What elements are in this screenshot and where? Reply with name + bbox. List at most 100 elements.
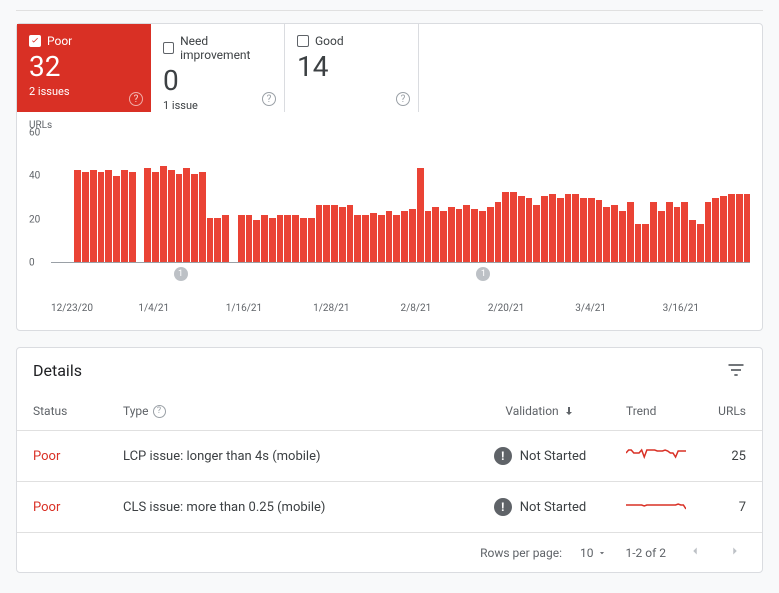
chart-bar [666, 202, 673, 263]
chart-bar [362, 215, 369, 263]
status-card-value: 14 [297, 52, 406, 83]
cell-type: LCP issue: longer than 4s (mobile) [107, 431, 470, 482]
rows-per-page-label: Rows per page: [480, 546, 562, 560]
chart-bar [549, 194, 556, 263]
chart-annotation[interactable]: 1 [476, 267, 490, 281]
chart-annotation[interactable]: 1 [174, 267, 188, 281]
chart-bar [580, 198, 587, 263]
status-card-good[interactable]: Good 14 ? [285, 24, 419, 112]
chart-bar [705, 202, 712, 263]
chart-bar [183, 168, 190, 263]
rows-per-page-select[interactable]: 10 [580, 546, 608, 560]
chart-bar [261, 215, 268, 263]
chart-bar [611, 205, 618, 264]
chart-bar [168, 170, 175, 263]
chart-bar [214, 218, 221, 264]
x-tick: 3/4/21 [575, 303, 662, 314]
table-row[interactable]: PoorLCP issue: longer than 4s (mobile)!N… [17, 431, 762, 482]
chart-bar [456, 209, 463, 263]
cell-validation: !Not Started [470, 431, 610, 482]
help-icon[interactable]: ? [396, 92, 410, 106]
issues-table: Status Type? Validation Trend URLs PoorL… [17, 392, 762, 533]
col-validation[interactable]: Validation [470, 392, 610, 431]
cell-status: Poor [17, 482, 107, 533]
y-tick: 40 [29, 171, 40, 182]
status-card-poor[interactable]: Poor 32 2 issues? [17, 24, 151, 112]
details-title: Details [33, 361, 82, 380]
x-tick: 2/8/21 [401, 303, 488, 314]
checkbox-icon [297, 35, 309, 47]
chart-bar [378, 215, 385, 263]
chart-bar [619, 211, 626, 263]
chart-bar [712, 198, 719, 263]
details-panel: Details Status Type? Validation Trend UR… [16, 347, 763, 573]
chart-bar [518, 196, 525, 263]
prev-page-button[interactable] [684, 543, 706, 562]
chart-bar [347, 205, 354, 264]
status-card-value: 0 [163, 66, 272, 97]
chevron-down-icon [597, 548, 607, 558]
chart-bar [479, 211, 486, 263]
chart-bar [393, 215, 400, 263]
chart-bar [160, 166, 167, 264]
chart-bar [269, 218, 276, 264]
chart-bar [323, 205, 330, 264]
table-row[interactable]: PoorCLS issue: more than 0.25 (mobile)!N… [17, 482, 762, 533]
chart-bar [689, 220, 696, 263]
checkbox-icon [163, 42, 174, 54]
chart-bar [98, 172, 105, 263]
chart-bar [635, 224, 642, 263]
chart-bar [417, 168, 424, 263]
x-tick: 1/4/21 [138, 303, 225, 314]
chart-bar [401, 211, 408, 263]
chart-bar [681, 202, 688, 263]
status-card-label: Poor [47, 34, 72, 48]
status-card-sub: 2 issues [29, 85, 139, 98]
chart-bar [82, 172, 89, 263]
chart-bar [697, 224, 704, 263]
chart-bar [572, 194, 579, 263]
help-icon[interactable]: ? [153, 405, 166, 418]
chart-bar [152, 172, 159, 263]
chart-bar [565, 194, 572, 263]
x-tick: 1/28/21 [313, 303, 400, 314]
checkbox-icon [29, 35, 41, 47]
chart-bar [744, 194, 751, 263]
chart-bar [277, 215, 284, 263]
status-card-label: Good [315, 34, 344, 48]
col-status[interactable]: Status [17, 392, 107, 431]
status-card-sub: 1 issue [163, 99, 272, 112]
chart-bar [658, 211, 665, 263]
chart-bar [471, 209, 478, 263]
chart-bar [448, 207, 455, 263]
chart-bar [674, 207, 681, 263]
chart-bar [502, 192, 509, 264]
chart-bar [736, 194, 743, 263]
chart-bar [720, 196, 727, 263]
help-icon[interactable]: ? [129, 92, 143, 106]
filter-icon[interactable] [726, 360, 746, 380]
help-icon[interactable]: ? [262, 92, 276, 106]
cell-urls: 7 [702, 482, 762, 533]
col-urls[interactable]: URLs [702, 392, 762, 431]
urls-chart: URLs 0204060 11 12/23/201/4/211/16/211/2… [17, 112, 762, 330]
status-card-sub [297, 85, 406, 98]
status-card-value: 32 [29, 52, 139, 83]
chart-bar [308, 218, 315, 264]
status-card-need-improvement[interactable]: Need improvement01 issue? [151, 24, 285, 112]
chart-bar [199, 172, 206, 263]
chart-bar [113, 176, 120, 263]
chart-bar [74, 170, 81, 263]
chart-bar [463, 205, 470, 264]
chart-bar [728, 194, 735, 263]
chart-bar [292, 215, 299, 263]
chart-bar [331, 205, 338, 264]
chart-bar [627, 202, 634, 263]
next-page-button[interactable] [724, 543, 746, 562]
col-type[interactable]: Type? [107, 392, 470, 431]
chart-bar [487, 207, 494, 263]
overview-panel: Poor322 issues?Need improvement01 issue?… [16, 23, 763, 331]
chart-bar [557, 198, 564, 263]
cell-type: CLS issue: more than 0.25 (mobile) [107, 482, 470, 533]
chart-bar [300, 218, 307, 264]
